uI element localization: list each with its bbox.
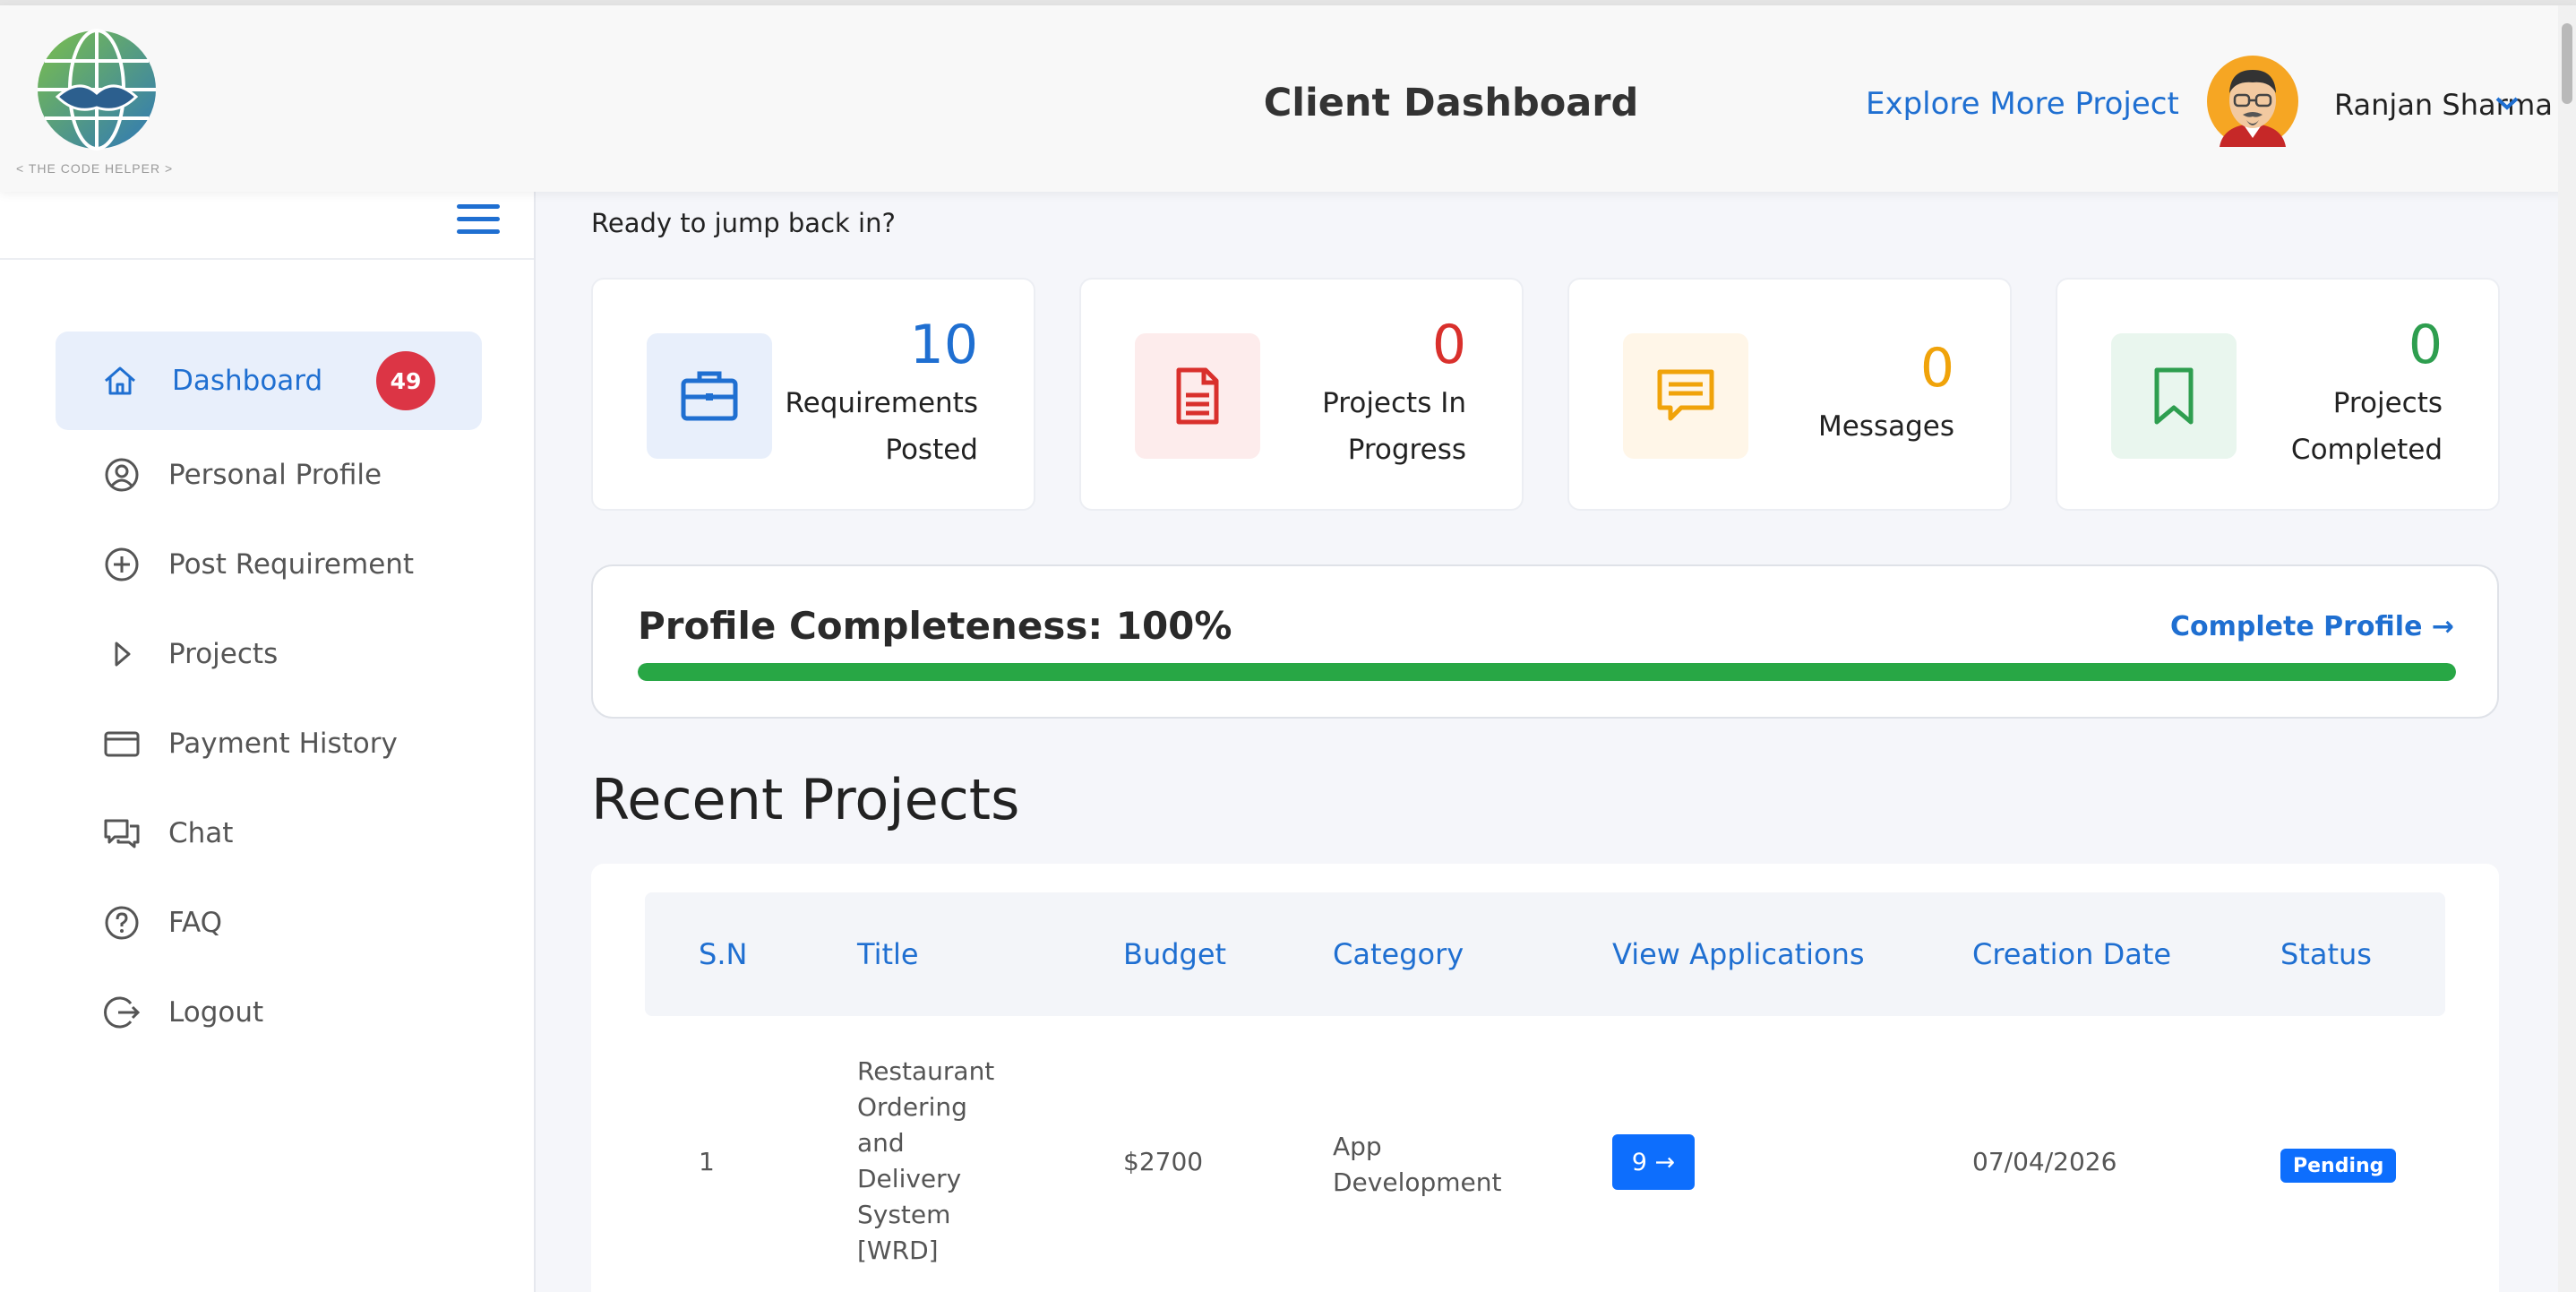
sidebar-item-label: Post Requirement [168, 548, 415, 581]
stat-card-projects-in-progress[interactable]: 0 Projects In Progress [1079, 278, 1524, 511]
logo-caption: < THE CODE HELPER > [16, 161, 174, 176]
sidebar-item-logout[interactable]: Logout [56, 968, 482, 1057]
sidebar-item-chat[interactable]: Chat [56, 788, 482, 878]
view-applications-button[interactable]: 9 → [1612, 1134, 1695, 1190]
scrollbar-thumb[interactable] [2562, 23, 2572, 104]
title-line: [WRD] [857, 1236, 939, 1265]
plus-circle-icon [105, 547, 139, 581]
sidebar-item-projects[interactable]: Projects [56, 609, 482, 699]
globe-handshake-logo[interactable] [32, 25, 161, 154]
column-header-category[interactable]: Category [1333, 892, 1464, 1016]
profile-completeness-card: Profile Completeness: 100% Complete Prof… [591, 564, 2499, 719]
profile-progress-bar [638, 663, 2456, 681]
sidebar-item-payment-history[interactable]: Payment History [56, 699, 482, 788]
explore-more-project-link[interactable]: Explore More Project [1866, 86, 2179, 122]
briefcase-icon [681, 371, 738, 421]
page-scrollbar[interactable] [2558, 5, 2576, 1292]
sidebar-toggle-bar [0, 192, 534, 260]
title-line: Delivery [857, 1164, 962, 1193]
sidebar-item-label: Projects [168, 638, 279, 670]
stat-icon-box [2111, 333, 2237, 459]
stat-icon-box [647, 333, 772, 459]
title-line: Restaurant [857, 1056, 995, 1086]
title-line: System [857, 1200, 951, 1229]
message-icon [1657, 369, 1714, 421]
stat-card-projects-completed[interactable]: 0 Projects Completed [2056, 278, 2500, 511]
stat-value: 0 [1431, 314, 1466, 376]
sidebar-item-dashboard[interactable]: Dashboard 49 [56, 332, 482, 430]
title-line: Ordering [857, 1092, 967, 1122]
column-header-sn[interactable]: S.N [699, 892, 747, 1016]
recent-projects-title: Recent Projects [591, 767, 1020, 832]
stat-label-line2: Progress [1347, 434, 1466, 466]
column-header-title[interactable]: Title [857, 892, 919, 1016]
sidebar-item-label: Logout [168, 996, 264, 1029]
home-icon [105, 366, 135, 395]
notification-badge: 49 [376, 351, 435, 410]
stat-label-line2: Completed [2290, 434, 2443, 466]
sidebar: Dashboard 49 Personal Profile Post Requi… [0, 192, 536, 1292]
stat-card-requirements-posted[interactable]: 10 Requirements Posted [591, 278, 1035, 511]
sidebar-item-label: Payment History [168, 728, 398, 760]
column-header-status[interactable]: Status [2280, 892, 2372, 1016]
profile-progress-fill [638, 663, 2456, 681]
profile-completeness-title: Profile Completeness: 100% [638, 604, 1232, 648]
document-icon [1176, 367, 1219, 425]
greeting-text: Ready to jump back in? [591, 208, 896, 238]
status-badge: Pending [2280, 1149, 2397, 1183]
column-header-creation-date[interactable]: Creation Date [1972, 892, 2171, 1016]
stat-icon-box [1135, 333, 1260, 459]
cell-budget: $2700 [1123, 1147, 1204, 1176]
category-line: Development [1333, 1167, 1502, 1197]
bookmark-icon [2154, 367, 2194, 425]
stat-label-line1: Messages [1817, 410, 1954, 443]
sidebar-nav: Dashboard 49 Personal Profile Post Requi… [56, 332, 482, 1057]
page-title: Client Dashboard [1263, 81, 1639, 125]
stat-label-line1: Projects In [1322, 387, 1466, 419]
hamburger-menu-icon[interactable] [457, 204, 500, 240]
title-line: and [857, 1128, 905, 1158]
stat-label-line1: Requirements [785, 387, 978, 419]
chat-bubbles-icon [104, 819, 140, 848]
stat-card-messages[interactable]: 0 Messages [1567, 278, 2012, 511]
credit-card-icon [104, 731, 140, 757]
top-header: < THE CODE HELPER > Client Dashboard Exp… [0, 5, 2576, 192]
category-line: App [1333, 1132, 1382, 1161]
sidebar-item-personal-profile[interactable]: Personal Profile [56, 430, 482, 520]
user-circle-icon [105, 458, 139, 492]
recent-projects-table: S.N Title Budget Category View Applicati… [591, 864, 2499, 1292]
complete-profile-link[interactable]: Complete Profile → [2170, 611, 2454, 642]
sidebar-item-label: Personal Profile [168, 459, 382, 491]
sidebar-item-label: Chat [168, 817, 234, 849]
sidebar-item-label: FAQ [168, 907, 223, 939]
stat-label-line1: Projects [2332, 387, 2443, 419]
column-header-budget[interactable]: Budget [1123, 892, 1226, 1016]
cell-sn: 1 [699, 1147, 715, 1176]
column-header-view-applications[interactable]: View Applications [1612, 892, 1865, 1016]
sidebar-item-post-requirement[interactable]: Post Requirement [56, 520, 482, 609]
stat-label-line2: Posted [885, 434, 978, 466]
stat-value: 10 [909, 314, 978, 376]
stat-icon-box [1623, 333, 1748, 459]
stat-value: 0 [1919, 337, 1954, 400]
avatar[interactable] [2207, 56, 2298, 147]
caret-right-icon [115, 642, 131, 667]
cell-category: App Development [1333, 1129, 1502, 1201]
table-header: S.N Title Budget Category View Applicati… [645, 892, 2445, 1016]
cell-creation-date: 07/04/2026 [1972, 1147, 2117, 1176]
logout-icon [104, 996, 141, 1029]
cell-title: Restaurant Ordering and Delivery System … [857, 1054, 994, 1269]
stat-value: 0 [2408, 314, 2443, 376]
question-circle-icon [105, 906, 139, 940]
sidebar-item-label: Dashboard [172, 365, 323, 397]
chevron-down-icon[interactable] [2494, 95, 2520, 113]
sidebar-item-faq[interactable]: FAQ [56, 878, 482, 968]
